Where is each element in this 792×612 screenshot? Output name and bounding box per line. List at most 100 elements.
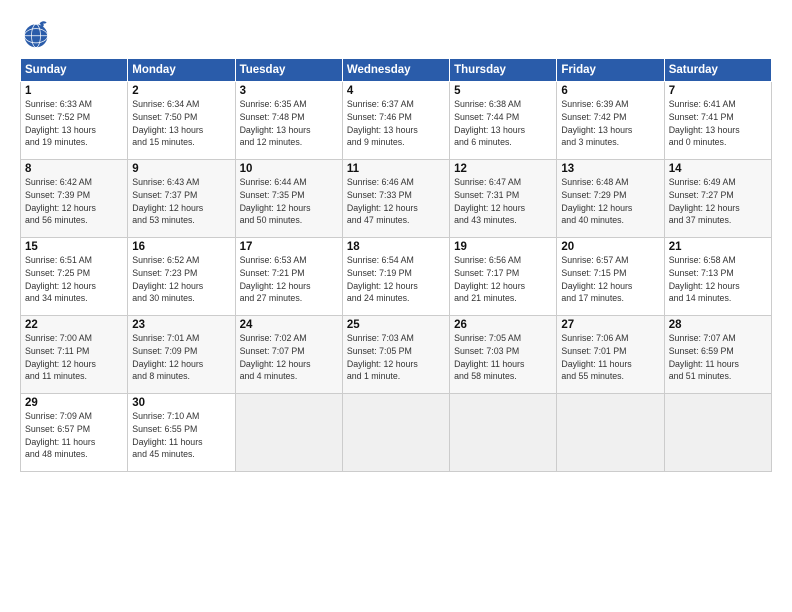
day-info: Sunrise: 6:53 AM Sunset: 7:21 PM Dayligh… — [240, 254, 338, 305]
generalblue-logo-icon — [20, 18, 52, 50]
day-number: 17 — [240, 241, 338, 253]
calendar-week-row-1: 1Sunrise: 6:33 AM Sunset: 7:52 PM Daylig… — [21, 82, 772, 160]
day-number: 15 — [25, 241, 123, 253]
calendar-cell: 10Sunrise: 6:44 AM Sunset: 7:35 PM Dayli… — [235, 160, 342, 238]
day-number: 12 — [454, 163, 552, 175]
calendar-cell: 5Sunrise: 6:38 AM Sunset: 7:44 PM Daylig… — [450, 82, 557, 160]
calendar-cell: 18Sunrise: 6:54 AM Sunset: 7:19 PM Dayli… — [342, 238, 449, 316]
header — [20, 18, 772, 50]
day-number: 1 — [25, 85, 123, 97]
day-number: 3 — [240, 85, 338, 97]
day-number: 21 — [669, 241, 767, 253]
day-info: Sunrise: 7:02 AM Sunset: 7:07 PM Dayligh… — [240, 332, 338, 383]
day-number: 7 — [669, 85, 767, 97]
day-number: 9 — [132, 163, 230, 175]
day-info: Sunrise: 6:41 AM Sunset: 7:41 PM Dayligh… — [669, 98, 767, 149]
calendar-cell: 19Sunrise: 6:56 AM Sunset: 7:17 PM Dayli… — [450, 238, 557, 316]
day-info: Sunrise: 6:54 AM Sunset: 7:19 PM Dayligh… — [347, 254, 445, 305]
calendar-cell: 22Sunrise: 7:00 AM Sunset: 7:11 PM Dayli… — [21, 316, 128, 394]
calendar-cell — [342, 394, 449, 472]
day-number: 19 — [454, 241, 552, 253]
calendar-cell: 4Sunrise: 6:37 AM Sunset: 7:46 PM Daylig… — [342, 82, 449, 160]
day-number: 18 — [347, 241, 445, 253]
calendar-cell — [664, 394, 771, 472]
calendar-cell: 6Sunrise: 6:39 AM Sunset: 7:42 PM Daylig… — [557, 82, 664, 160]
day-number: 29 — [25, 397, 123, 409]
day-info: Sunrise: 6:47 AM Sunset: 7:31 PM Dayligh… — [454, 176, 552, 227]
col-thursday: Thursday — [450, 59, 557, 82]
calendar-cell: 1Sunrise: 6:33 AM Sunset: 7:52 PM Daylig… — [21, 82, 128, 160]
col-wednesday: Wednesday — [342, 59, 449, 82]
calendar-cell: 8Sunrise: 6:42 AM Sunset: 7:39 PM Daylig… — [21, 160, 128, 238]
calendar-week-row-4: 22Sunrise: 7:00 AM Sunset: 7:11 PM Dayli… — [21, 316, 772, 394]
calendar-week-row-3: 15Sunrise: 6:51 AM Sunset: 7:25 PM Dayli… — [21, 238, 772, 316]
day-number: 25 — [347, 319, 445, 331]
day-info: Sunrise: 6:34 AM Sunset: 7:50 PM Dayligh… — [132, 98, 230, 149]
day-info: Sunrise: 7:09 AM Sunset: 6:57 PM Dayligh… — [25, 410, 123, 461]
day-number: 6 — [561, 85, 659, 97]
calendar-cell: 2Sunrise: 6:34 AM Sunset: 7:50 PM Daylig… — [128, 82, 235, 160]
day-info: Sunrise: 6:52 AM Sunset: 7:23 PM Dayligh… — [132, 254, 230, 305]
col-sunday: Sunday — [21, 59, 128, 82]
calendar-table: Sunday Monday Tuesday Wednesday Thursday… — [20, 58, 772, 472]
day-info: Sunrise: 7:05 AM Sunset: 7:03 PM Dayligh… — [454, 332, 552, 383]
logo — [20, 18, 56, 50]
calendar-week-row-2: 8Sunrise: 6:42 AM Sunset: 7:39 PM Daylig… — [21, 160, 772, 238]
day-info: Sunrise: 7:07 AM Sunset: 6:59 PM Dayligh… — [669, 332, 767, 383]
day-info: Sunrise: 6:51 AM Sunset: 7:25 PM Dayligh… — [25, 254, 123, 305]
calendar-cell: 15Sunrise: 6:51 AM Sunset: 7:25 PM Dayli… — [21, 238, 128, 316]
day-number: 11 — [347, 163, 445, 175]
day-info: Sunrise: 6:44 AM Sunset: 7:35 PM Dayligh… — [240, 176, 338, 227]
calendar-cell — [557, 394, 664, 472]
day-number: 4 — [347, 85, 445, 97]
calendar-cell — [450, 394, 557, 472]
day-info: Sunrise: 6:58 AM Sunset: 7:13 PM Dayligh… — [669, 254, 767, 305]
day-info: Sunrise: 6:37 AM Sunset: 7:46 PM Dayligh… — [347, 98, 445, 149]
calendar-cell: 27Sunrise: 7:06 AM Sunset: 7:01 PM Dayli… — [557, 316, 664, 394]
calendar-cell: 9Sunrise: 6:43 AM Sunset: 7:37 PM Daylig… — [128, 160, 235, 238]
calendar-cell: 21Sunrise: 6:58 AM Sunset: 7:13 PM Dayli… — [664, 238, 771, 316]
calendar-cell: 7Sunrise: 6:41 AM Sunset: 7:41 PM Daylig… — [664, 82, 771, 160]
day-number: 10 — [240, 163, 338, 175]
day-number: 5 — [454, 85, 552, 97]
day-number: 14 — [669, 163, 767, 175]
col-friday: Friday — [557, 59, 664, 82]
day-number: 2 — [132, 85, 230, 97]
calendar-week-row-5: 29Sunrise: 7:09 AM Sunset: 6:57 PM Dayli… — [21, 394, 772, 472]
calendar-cell: 14Sunrise: 6:49 AM Sunset: 7:27 PM Dayli… — [664, 160, 771, 238]
day-number: 8 — [25, 163, 123, 175]
day-info: Sunrise: 6:33 AM Sunset: 7:52 PM Dayligh… — [25, 98, 123, 149]
day-info: Sunrise: 6:49 AM Sunset: 7:27 PM Dayligh… — [669, 176, 767, 227]
day-info: Sunrise: 6:46 AM Sunset: 7:33 PM Dayligh… — [347, 176, 445, 227]
day-info: Sunrise: 6:56 AM Sunset: 7:17 PM Dayligh… — [454, 254, 552, 305]
day-number: 28 — [669, 319, 767, 331]
calendar-cell: 11Sunrise: 6:46 AM Sunset: 7:33 PM Dayli… — [342, 160, 449, 238]
calendar-cell: 25Sunrise: 7:03 AM Sunset: 7:05 PM Dayli… — [342, 316, 449, 394]
day-number: 22 — [25, 319, 123, 331]
day-number: 26 — [454, 319, 552, 331]
day-info: Sunrise: 7:00 AM Sunset: 7:11 PM Dayligh… — [25, 332, 123, 383]
day-info: Sunrise: 7:01 AM Sunset: 7:09 PM Dayligh… — [132, 332, 230, 383]
day-number: 27 — [561, 319, 659, 331]
calendar-header-row: Sunday Monday Tuesday Wednesday Thursday… — [21, 59, 772, 82]
calendar-cell: 3Sunrise: 6:35 AM Sunset: 7:48 PM Daylig… — [235, 82, 342, 160]
calendar-cell: 30Sunrise: 7:10 AM Sunset: 6:55 PM Dayli… — [128, 394, 235, 472]
day-info: Sunrise: 6:43 AM Sunset: 7:37 PM Dayligh… — [132, 176, 230, 227]
day-number: 13 — [561, 163, 659, 175]
calendar-cell — [235, 394, 342, 472]
day-number: 24 — [240, 319, 338, 331]
page: Sunday Monday Tuesday Wednesday Thursday… — [0, 0, 792, 612]
col-monday: Monday — [128, 59, 235, 82]
day-info: Sunrise: 6:42 AM Sunset: 7:39 PM Dayligh… — [25, 176, 123, 227]
col-saturday: Saturday — [664, 59, 771, 82]
calendar-cell: 12Sunrise: 6:47 AM Sunset: 7:31 PM Dayli… — [450, 160, 557, 238]
calendar-cell: 29Sunrise: 7:09 AM Sunset: 6:57 PM Dayli… — [21, 394, 128, 472]
day-info: Sunrise: 6:48 AM Sunset: 7:29 PM Dayligh… — [561, 176, 659, 227]
day-number: 20 — [561, 241, 659, 253]
day-info: Sunrise: 6:57 AM Sunset: 7:15 PM Dayligh… — [561, 254, 659, 305]
calendar-cell: 16Sunrise: 6:52 AM Sunset: 7:23 PM Dayli… — [128, 238, 235, 316]
calendar-cell: 23Sunrise: 7:01 AM Sunset: 7:09 PM Dayli… — [128, 316, 235, 394]
day-number: 16 — [132, 241, 230, 253]
day-info: Sunrise: 6:38 AM Sunset: 7:44 PM Dayligh… — [454, 98, 552, 149]
day-info: Sunrise: 6:35 AM Sunset: 7:48 PM Dayligh… — [240, 98, 338, 149]
